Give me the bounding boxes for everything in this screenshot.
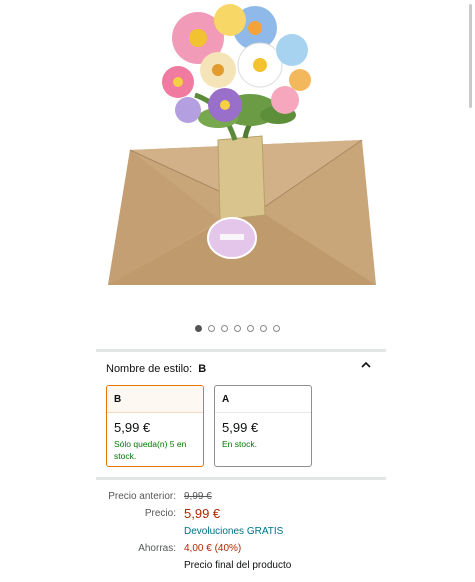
style-selector-value: B	[198, 363, 207, 375]
carousel-dot[interactable]	[273, 325, 280, 332]
savings-row: Ahorras: 4,00 € (40%)	[96, 543, 386, 557]
previous-price-label: Precio anterior:	[108, 491, 176, 502]
product-photo-graphic	[108, 4, 376, 285]
style-option-availability: En stock.	[222, 439, 257, 449]
chevron-up-icon[interactable]	[360, 360, 372, 370]
style-option-a[interactable]: A 5,99 € En stock.	[214, 385, 312, 467]
carousel-dot[interactable]	[195, 325, 202, 332]
returns-row: Devoluciones GRATIS	[96, 526, 386, 540]
section-divider	[96, 349, 386, 352]
style-option-name: A	[215, 386, 311, 413]
section-divider	[96, 477, 386, 480]
page-scrollbar[interactable]	[469, 4, 472, 108]
style-option-availability: Sólo queda(n) 5 en stock.	[114, 439, 187, 461]
style-option-price: 5,99 €	[114, 420, 151, 435]
style-option-price: 5,99 €	[222, 420, 259, 435]
carousel-dot[interactable]	[221, 325, 228, 332]
price-label: Precio:	[144, 508, 176, 519]
savings-value: 4,00 € (40%)	[184, 543, 242, 554]
carousel-dot[interactable]	[260, 325, 267, 332]
carousel-dot[interactable]	[247, 325, 254, 332]
previous-price-value: 9,99 €	[184, 491, 212, 502]
final-price-note: Precio final del producto	[184, 560, 292, 571]
style-option-name: B	[107, 386, 203, 413]
free-returns-link[interactable]: Devoluciones GRATIS	[184, 526, 283, 537]
price-row: Precio: 5,99 €	[96, 506, 386, 522]
savings-label: Ahorras:	[138, 543, 176, 554]
carousel-dot[interactable]	[234, 325, 241, 332]
style-selector-header[interactable]: Nombre de estilo: B	[106, 361, 376, 377]
price-value: 5,99 €	[184, 506, 221, 521]
product-image[interactable]	[100, 0, 385, 318]
carousel-dot[interactable]	[208, 325, 215, 332]
style-selector-label: Nombre de estilo:	[106, 363, 193, 375]
image-carousel-dots	[0, 325, 475, 332]
style-option-b[interactable]: B 5,99 € Sólo queda(n) 5 en stock.	[106, 385, 204, 467]
previous-price-row: Precio anterior: 9,99 €	[96, 491, 386, 505]
final-price-row: Precio final del producto	[96, 560, 386, 574]
